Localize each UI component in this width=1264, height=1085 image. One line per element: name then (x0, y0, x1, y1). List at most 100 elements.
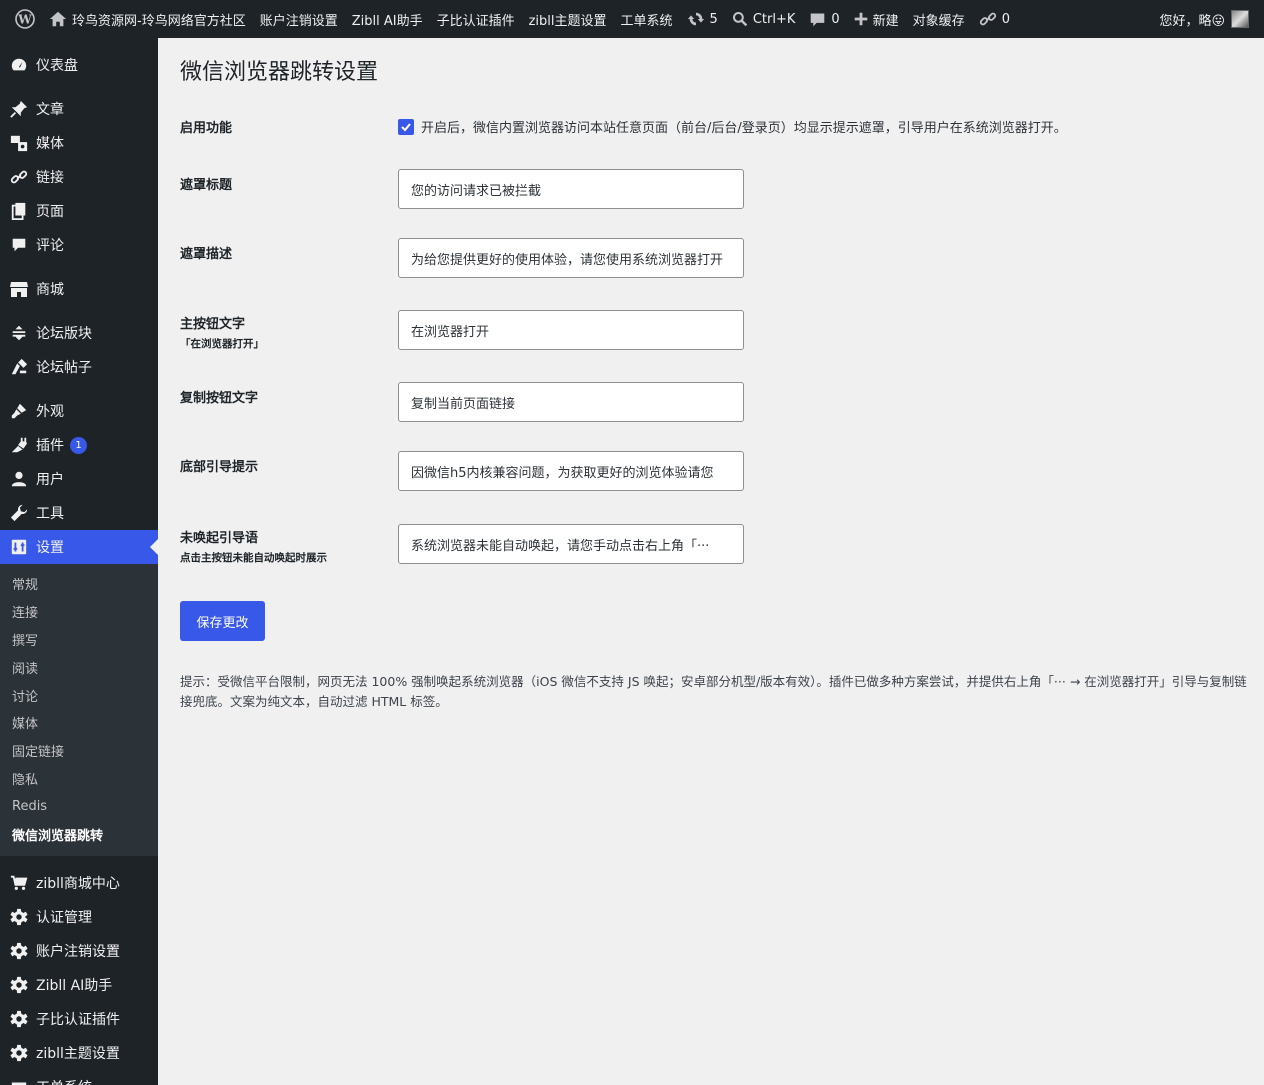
comment-icon (811, 13, 825, 26)
search-icon (732, 11, 748, 27)
submenu-redis[interactable]: Redis (0, 792, 158, 820)
field-label-text: 遮罩描述 (180, 247, 233, 262)
user-icon (9, 469, 29, 489)
sidebar-item-label: 设置 (36, 540, 64, 556)
submenu-permalinks[interactable]: 固定链接 (0, 737, 158, 765)
adminbar-link-ticket[interactable]: 工单系统 (614, 0, 680, 38)
field-label: 未唤起引导语 点击主按钮未能自动唤起时展示 (180, 527, 327, 565)
sidebar-item-label: 商城 (36, 282, 64, 298)
sidebar-item-plugins[interactable]: 插件 1 (0, 428, 158, 462)
enable-checkbox[interactable] (398, 118, 414, 135)
adminbar-link-theme[interactable]: zibll主题设置 (522, 0, 614, 38)
comments-link[interactable]: 0 (802, 0, 846, 38)
user-account-link[interactable]: 您好，略😛 (1152, 0, 1256, 38)
adminbar-link-auth[interactable]: 子比认证插件 (430, 0, 522, 38)
adminbar-link-account[interactable]: 账户注销设置 (253, 0, 345, 38)
sidebar-item-tools[interactable]: 工具 (0, 496, 158, 530)
wrench-icon (9, 503, 29, 523)
save-button[interactable]: 保存更改 (180, 601, 265, 641)
field-label-text: 底部引导提示 (180, 460, 259, 475)
mask-desc-input[interactable]: 为给您提供更好的使用体验，请您使用系统浏览器打开 (398, 238, 744, 278)
sidebar-item-store[interactable]: 商城 (0, 272, 158, 306)
sidebar-item-label: 仪表盘 (36, 58, 78, 74)
sidebar-item-label: 用户 (36, 472, 64, 488)
sidebar-item-posts[interactable]: 文章 (0, 92, 158, 126)
sidebar-item-label: 页面 (36, 204, 64, 220)
sidebar-item-label: 论坛版块 (36, 326, 92, 342)
sidebar-item-users[interactable]: 用户 (0, 462, 158, 496)
adminbar-link-ai[interactable]: Zibll AI助手 (345, 0, 430, 38)
wordpress-logo-icon[interactable]: W (8, 0, 42, 38)
sidebar-item-label: zibll商城中心 (36, 875, 120, 892)
link-icon (979, 12, 996, 26)
submenu-writing[interactable]: 撰写 (0, 626, 158, 654)
gear-icon (9, 1009, 29, 1029)
sidebar-item-label: zibll主题设置 (36, 1045, 120, 1062)
pin-icon (9, 99, 29, 119)
sidebar-item-media[interactable]: 媒体 (0, 126, 158, 160)
refresh-icon (687, 12, 704, 26)
sidebar-item-links[interactable]: 链接 (0, 160, 158, 194)
sidebar-item-label: 评论 (36, 238, 64, 254)
fallback-text-input[interactable]: 系统浏览器未能自动唤起，请您手动点击右上角「··· (398, 524, 744, 564)
comment-icon (9, 235, 29, 255)
sidebar-item-settings[interactable]: 设置 (0, 530, 158, 564)
bottom-hint-input[interactable]: 因微信h5内核兼容问题，为获取更好的浏览体验请您 (398, 451, 744, 491)
sidebar-item-auth-plugin[interactable]: 子比认证插件 (0, 1002, 158, 1036)
link-manager-link[interactable]: 0 (972, 0, 1017, 38)
submenu-discussion[interactable]: 讨论 (0, 681, 158, 709)
sidebar-item-account-cancel[interactable]: 账户注销设置 (0, 934, 158, 968)
sidebar-item-pages[interactable]: 页面 (0, 194, 158, 228)
site-name-link[interactable]: 玲鸟资源网-玲鸟网络官方社区 (42, 0, 253, 38)
sidebar-item-ticket[interactable]: 工单系统 (0, 1070, 158, 1085)
submenu-wechat-redirect[interactable]: 微信浏览器跳转 (0, 820, 158, 848)
gear-icon (9, 1043, 29, 1063)
submenu-connect[interactable]: 连接 (0, 598, 158, 626)
sidebar-item-zibll-store[interactable]: zibll商城中心 (0, 866, 158, 900)
copy-button-text-input[interactable]: 复制当前页面链接 (398, 382, 744, 422)
sidebar-item-auth-manage[interactable]: 认证管理 (0, 900, 158, 934)
links-count: 0 (1001, 11, 1010, 27)
field-label: 遮罩描述 (180, 243, 232, 262)
sidebar-item-zibll-ai[interactable]: Zibll AI助手 (0, 968, 158, 1002)
sidebar-item-forum-sections[interactable]: 论坛版块 (0, 316, 158, 350)
field-sublabel: 点击主按钮未能自动唤起时展示 (180, 552, 327, 564)
sidebar-item-label: 插件 (36, 438, 64, 454)
enable-label: 启用功能 (180, 121, 233, 136)
svg-text:W: W (17, 13, 32, 27)
plus-icon (854, 12, 867, 26)
object-cache-link[interactable]: 对象缓存 (906, 0, 972, 38)
sidebar-item-forum-posts[interactable]: 论坛帖子 (0, 350, 158, 384)
ticket-icon (9, 1077, 29, 1085)
page-icon (9, 201, 29, 221)
new-label: 新建 (872, 13, 899, 29)
submenu-reading[interactable]: 阅读 (0, 653, 158, 681)
sidebar-item-appearance[interactable]: 外观 (0, 394, 158, 428)
sidebar-item-label: 账户注销设置 (36, 943, 120, 960)
mask-title-input[interactable]: 您的访问请求已被拦截 (398, 169, 744, 209)
home-icon (49, 11, 67, 27)
sidebar-item-label: 外观 (36, 404, 64, 420)
sidebar-item-label: 认证管理 (36, 909, 92, 926)
submenu-media[interactable]: 媒体 (0, 709, 158, 737)
sidebar-item-zibll-theme[interactable]: zibll主题设置 (0, 1036, 158, 1070)
updates-count: 5 (709, 11, 718, 27)
enable-toggle: 开启后，微信内置浏览器访问本站任意页面（前台/后台/登录页）均显示提示遮罩，引导… (398, 117, 1067, 136)
dashboard-icon (9, 55, 29, 75)
sidebar-item-comments[interactable]: 评论 (0, 228, 158, 262)
sidebar-item-label: 工单系统 (36, 1077, 92, 1085)
field-label: 遮罩标题 (180, 174, 232, 193)
forum-icon (9, 323, 29, 343)
submenu-general[interactable]: 常规 (0, 570, 158, 598)
main-content: 微信浏览器跳转设置 启用功能 开启后，微信内置浏览器访问本站任意页面（前台/后台… (158, 38, 1264, 1085)
field-sublabel: 「在浏览器打开」 (180, 338, 264, 350)
sidebar-item-dashboard[interactable]: 仪表盘 (0, 48, 158, 82)
submenu-privacy[interactable]: 隐私 (0, 765, 158, 793)
new-content-link[interactable]: 新建 (847, 0, 906, 38)
updates-link[interactable]: 5 (680, 0, 725, 38)
posts-icon (9, 357, 29, 377)
field-label-text: 复制按钮文字 (180, 391, 259, 406)
search-link[interactable]: Ctrl+K (725, 0, 803, 38)
primary-button-text-input[interactable]: 在浏览器打开 (398, 310, 744, 350)
sidebar-item-label: 工具 (36, 506, 64, 522)
